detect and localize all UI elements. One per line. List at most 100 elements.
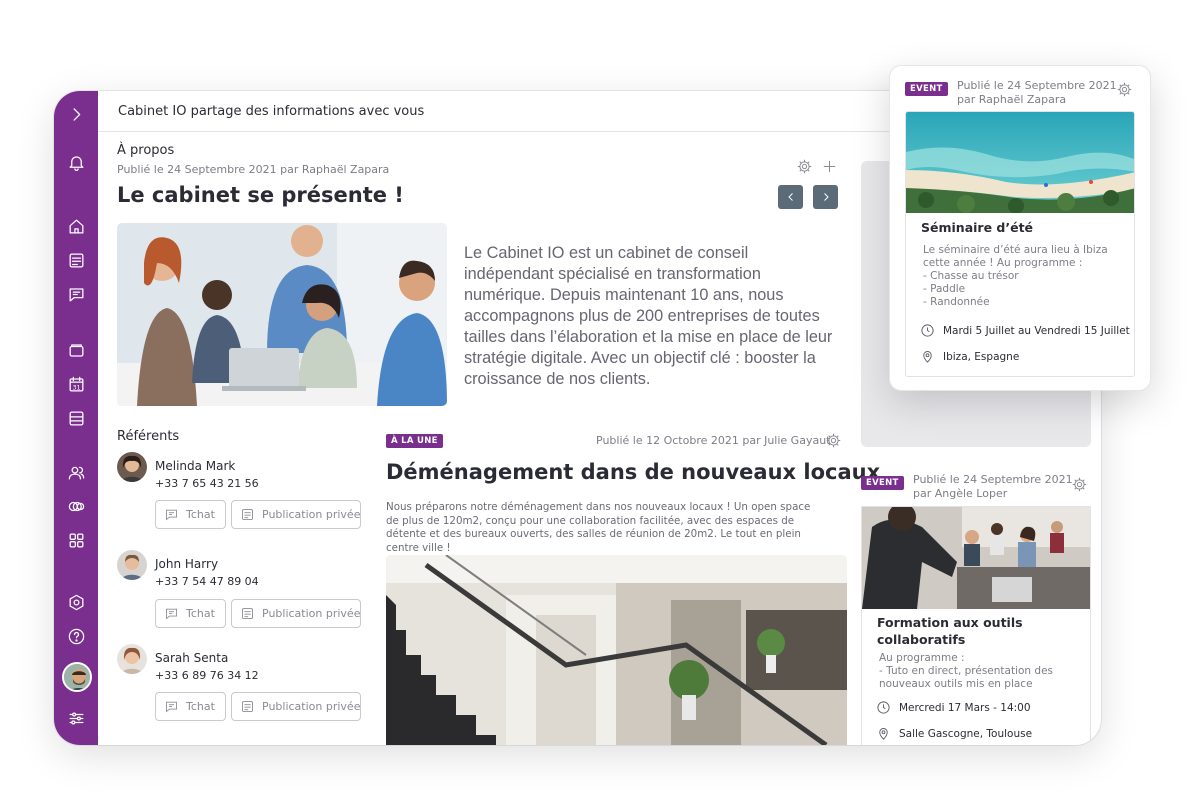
sidebar-item-documents[interactable] [54, 337, 98, 363]
chevron-left-icon [787, 193, 793, 201]
previous-button[interactable] [778, 185, 803, 209]
chat-button-label: Tchat [186, 508, 215, 521]
page-title: Cabinet IO partage des informations avec… [118, 103, 425, 119]
chat-icon [166, 608, 177, 620]
event-card-meta-line1: Publié le 24 Septembre 2021 [913, 473, 1073, 486]
team-photo [117, 223, 447, 406]
document-icon [242, 509, 253, 520]
sidebar-item-apps[interactable] [54, 527, 98, 553]
event-popup-meta-line1: Publié le 24 Septembre 2021 [957, 79, 1117, 92]
event-card-body[interactable]: Formation aux outils collaboratifs Au pr… [861, 506, 1091, 745]
event-card-settings-button[interactable] [1071, 476, 1088, 497]
office-photo [386, 555, 847, 745]
feed-meta: Publié le 12 Octobre 2021 par Julie Gaya… [596, 434, 831, 447]
private-post-label: Publication privée [262, 607, 361, 620]
news-icon [69, 253, 83, 267]
user-avatar-image [64, 664, 90, 690]
hexagon-settings-icon [69, 594, 83, 610]
gear-icon [1117, 82, 1132, 97]
event-card-date-text: Mercredi 17 Mars - 14:00 [899, 701, 1031, 714]
event-card-description: Au programme : - Tuto en direct, présent… [879, 652, 1054, 690]
sidebar-item-users[interactable] [54, 459, 98, 485]
help-icon [68, 628, 84, 644]
document-icon [242, 701, 253, 712]
sidebar-item-news[interactable] [54, 247, 98, 273]
chat-icon [166, 509, 177, 521]
event-popup-card[interactable]: Séminaire d’été Le séminaire d’été aura … [905, 111, 1135, 377]
chat-icon [166, 701, 177, 713]
featured-badge: À LA UNE [386, 434, 443, 448]
chevron-right-icon [72, 107, 80, 121]
sidebar-item-network[interactable] [54, 493, 98, 519]
referent-name: Melinda Mark [155, 459, 236, 473]
chat-button[interactable]: Tchat [155, 599, 226, 628]
event-popup-title: Séminaire d’été [921, 220, 1034, 235]
users-icon [68, 466, 84, 479]
event-popup-date: Mardi 5 Juillet au Vendredi 15 Juillet [920, 323, 1130, 338]
private-post-button[interactable]: Publication privée [231, 692, 361, 721]
sidebar-item-settings[interactable] [54, 589, 98, 615]
location-pin-icon [879, 728, 888, 740]
event-popup-settings-button[interactable] [1116, 81, 1133, 102]
svg-text:31: 31 [72, 384, 80, 391]
gear-icon [826, 433, 841, 448]
sidebar: 31 [54, 91, 98, 745]
referent-name: John Harry [155, 557, 219, 571]
sidebar-item-calendar[interactable]: 31 [54, 371, 98, 397]
private-post-label: Publication privée [262, 508, 361, 521]
sidebar-item-messages[interactable] [54, 281, 98, 307]
next-button[interactable] [813, 185, 838, 209]
event-popup-meta-line2: par Raphaël Zapara [957, 93, 1067, 106]
preferences-button[interactable] [54, 705, 98, 731]
chat-button[interactable]: Tchat [155, 500, 226, 529]
feed-title: Déménagement dans de nouveaux locaux [386, 460, 881, 484]
about-section-label: À propos [117, 143, 175, 158]
home-icon [69, 219, 83, 233]
notifications-button[interactable] [54, 149, 98, 175]
event-card-place: Salle Gascogne, Toulouse [876, 726, 1032, 741]
sidebar-item-home[interactable] [54, 213, 98, 239]
event-card-date: Mercredi 17 Mars - 14:00 [876, 700, 1031, 715]
referent-name: Sarah Senta [155, 651, 229, 665]
expand-sidebar-button[interactable] [54, 101, 98, 127]
private-post-button[interactable]: Publication privée [231, 599, 361, 628]
avatar [117, 452, 147, 482]
about-description: Le Cabinet IO est un cabinet de conseil … [464, 244, 833, 388]
event-card-title-line1: Formation aux outils [877, 615, 1023, 630]
plus-icon [823, 160, 836, 173]
referent-phone: +33 6 89 76 34 12 [155, 669, 259, 682]
chat-button[interactable]: Tchat [155, 692, 226, 721]
event-popup-place-text: Ibiza, Espagne [943, 350, 1020, 363]
gear-icon [797, 159, 812, 174]
event-popup-place: Ibiza, Espagne [920, 349, 1019, 364]
apps-grid-icon [69, 533, 83, 547]
chat-icon [69, 287, 83, 301]
event-card-meta-line2: par Angèle Loper [913, 487, 1008, 500]
referents-heading: Référents [117, 429, 180, 444]
document-icon [242, 608, 253, 619]
user-avatar[interactable] [62, 662, 92, 692]
avatar [117, 644, 147, 674]
gear-icon [1072, 477, 1087, 492]
clock-icon [877, 701, 890, 714]
event-popup[interactable]: EVENT Publié le 24 Septembre 2021 par Ra… [889, 65, 1151, 391]
private-post-button[interactable]: Publication privée [231, 500, 361, 529]
event-badge: EVENT [905, 82, 948, 96]
chevron-right-icon [823, 193, 829, 201]
calendar-icon: 31 [69, 376, 83, 391]
avatar [117, 550, 147, 580]
event-popup-description: Le séminaire d’été aura lieu à Ibiza cet… [923, 244, 1108, 308]
sidebar-item-directory[interactable] [54, 405, 98, 431]
sliders-icon [69, 711, 83, 725]
feed-description: Nous préparons notre déménagement dans n… [386, 501, 811, 554]
add-button[interactable] [821, 158, 838, 179]
sidebar-item-help[interactable] [54, 623, 98, 649]
beach-photo [906, 112, 1134, 214]
private-post-label: Publication privée [262, 700, 361, 713]
chat-button-label: Tchat [186, 607, 215, 620]
about-settings-button[interactable] [796, 158, 813, 179]
folder-icon [69, 343, 83, 357]
link-circles-icon [68, 501, 84, 511]
chat-button-label: Tchat [186, 700, 215, 713]
feed-settings-button[interactable] [825, 432, 842, 453]
